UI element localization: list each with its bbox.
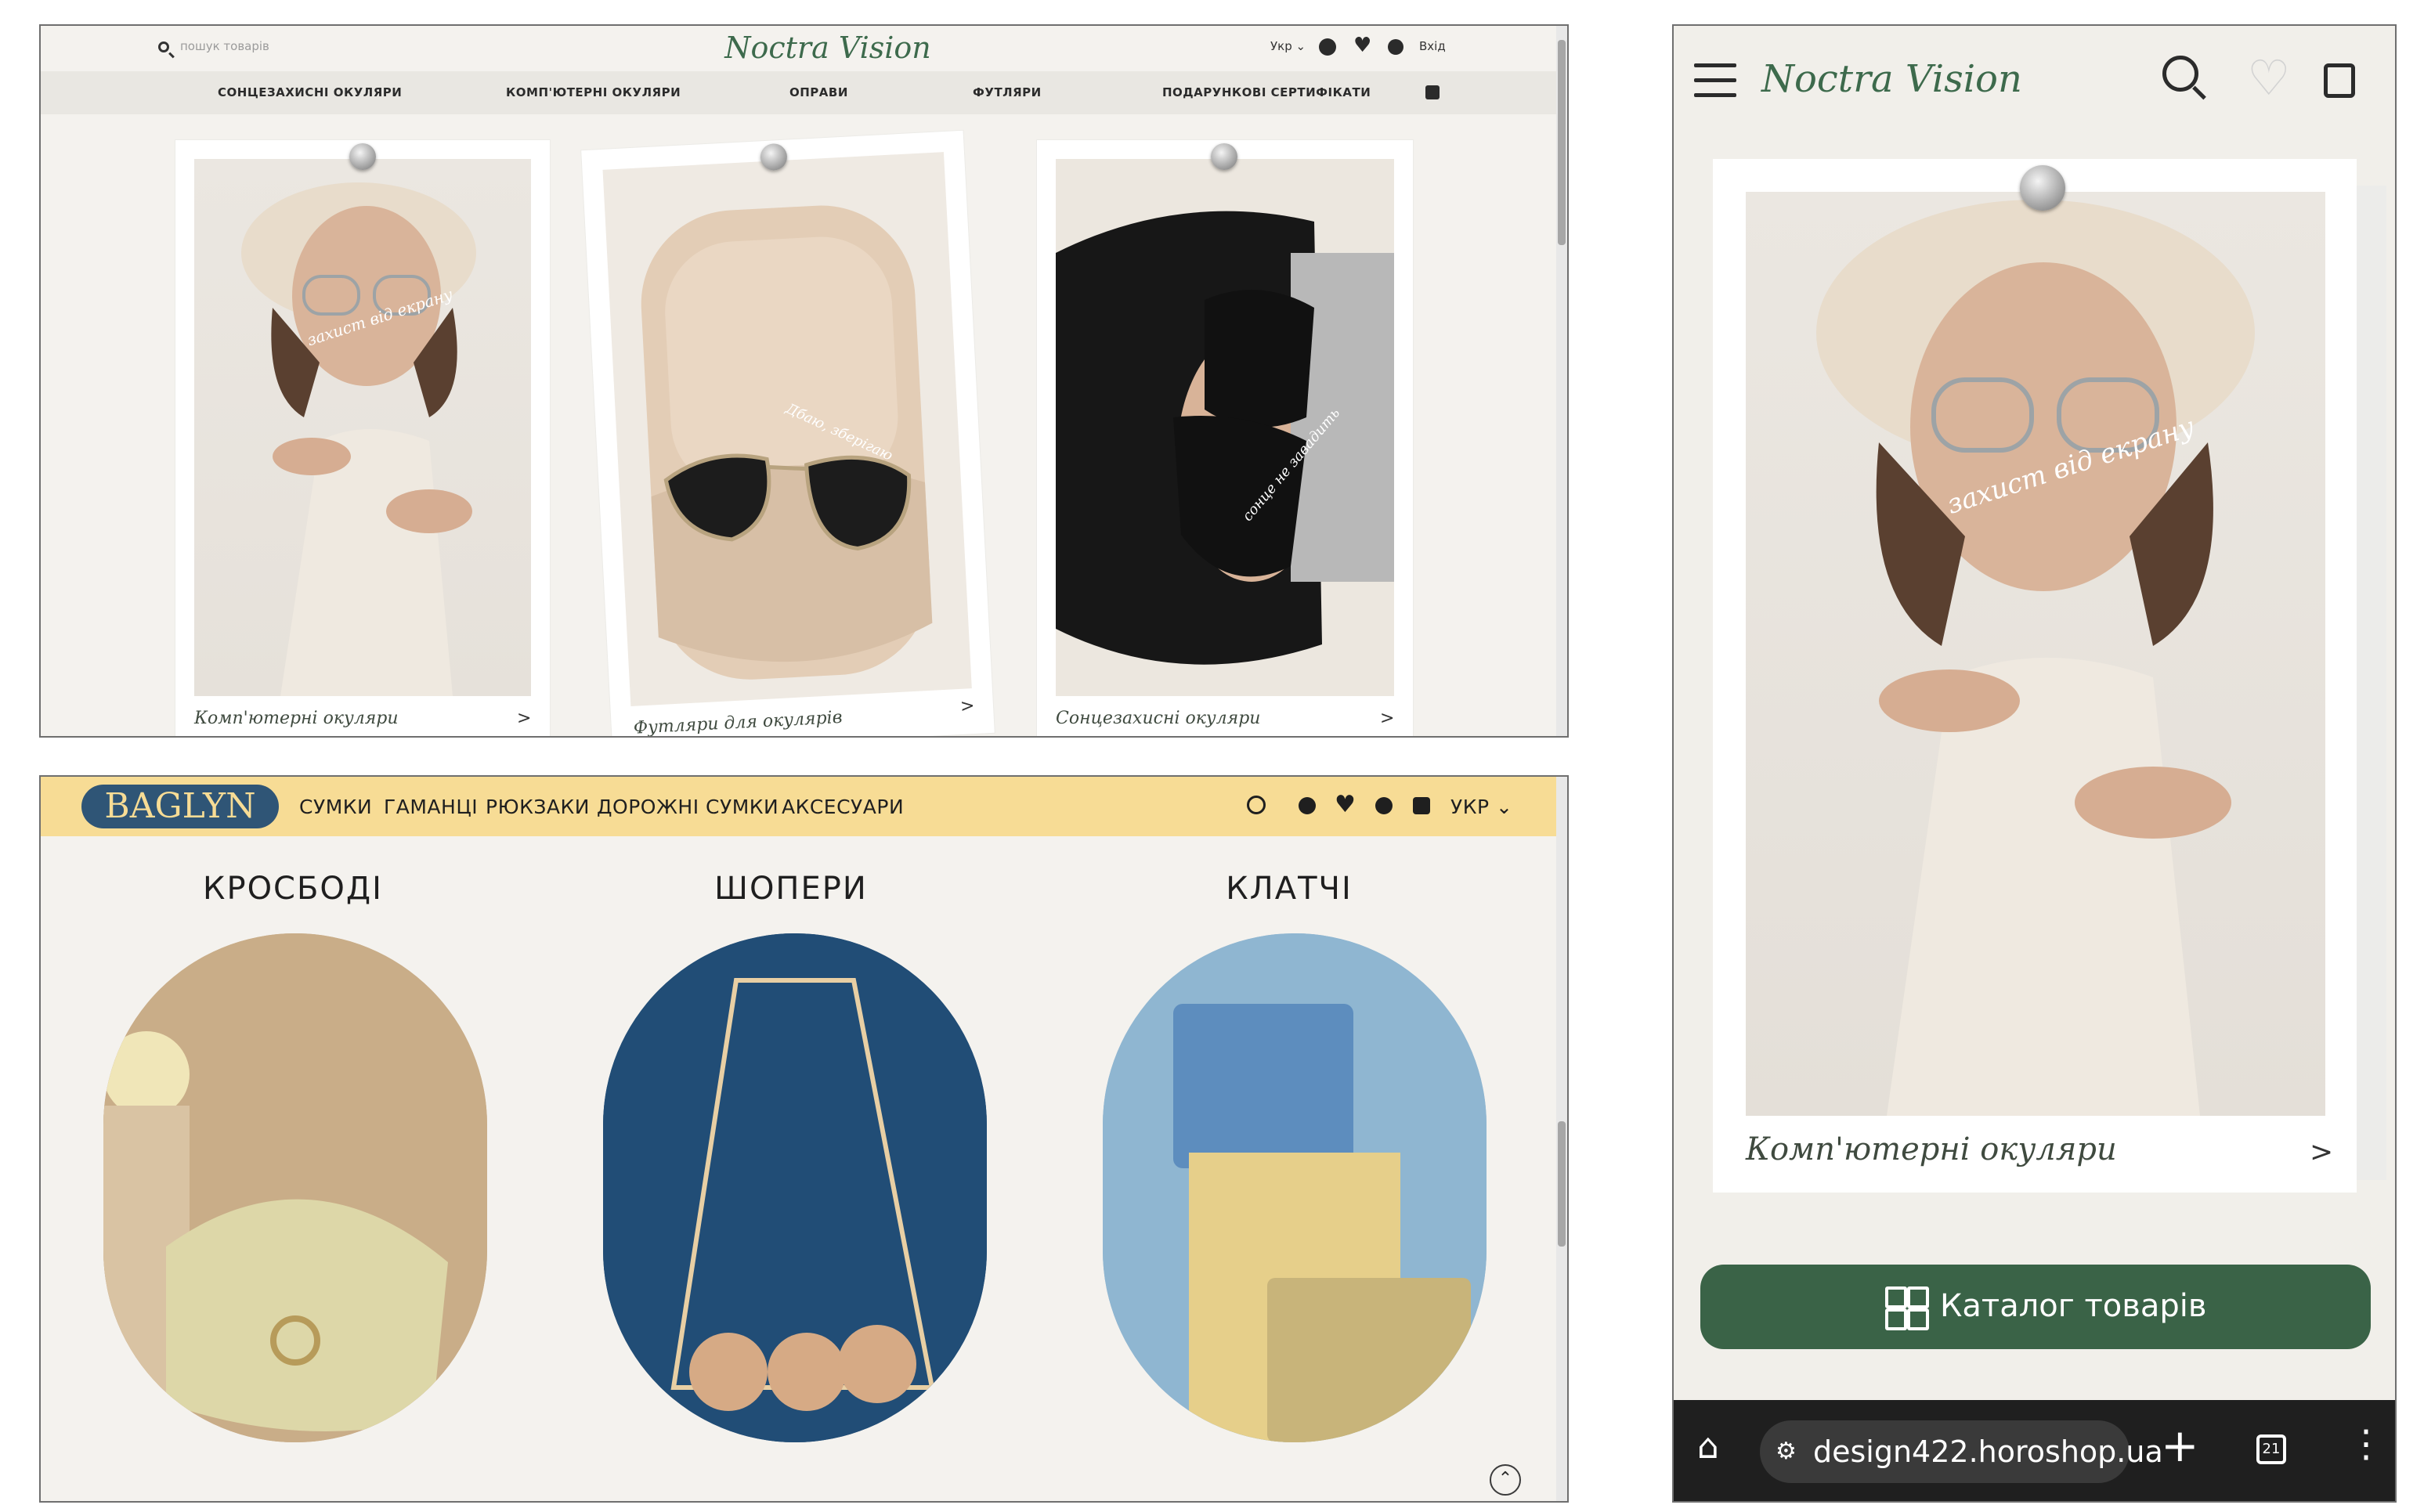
search-icon[interactable]	[1247, 796, 1266, 814]
category-image-shoppers[interactable]	[603, 933, 987, 1442]
heart-icon[interactable]: ♥	[1353, 34, 1371, 57]
card-photo: захист від екрану	[1746, 192, 2325, 1116]
noctra-logo[interactable]: Noctra Vision	[714, 31, 941, 65]
search-icon[interactable]	[2162, 56, 2198, 92]
compare-icon[interactable]	[1299, 797, 1316, 814]
scrollbar-thumb[interactable]	[1558, 1121, 1566, 1247]
baglyn-logo[interactable]: BAGLYN	[81, 785, 279, 828]
card-caption: Сонцезахисні окуляри	[1056, 709, 1261, 728]
menu-icon[interactable]	[1694, 63, 1736, 98]
url-text: design422.horoshop.ua	[1813, 1434, 2163, 1469]
category-card-sunglasses[interactable]: сонце не завадить Сонцезахисні окуляри >	[1037, 140, 1413, 736]
site-info-icon: ⚙	[1776, 1438, 1797, 1465]
nav-accessories[interactable]: АКСЕСУАРИ	[782, 796, 904, 818]
category-title-crossbody[interactable]: КРОСБОДІ	[97, 871, 489, 907]
scrollbar-thumb[interactable]	[1558, 40, 1566, 245]
catalog-button-label: Каталог товарів	[1940, 1288, 2207, 1324]
nav-travel-bags[interactable]: ДОРОЖНІ СУМКИ	[597, 796, 778, 818]
pin-icon	[1211, 143, 1237, 170]
nav-frames[interactable]: ОПРАВИ	[789, 85, 848, 99]
chevron-right-icon: >	[1380, 709, 1395, 728]
scrollbar[interactable]	[1556, 777, 1567, 1501]
case-illustration	[641, 205, 933, 680]
heart-icon[interactable]: ♥	[1335, 791, 1356, 818]
user-icon[interactable]	[1375, 797, 1393, 814]
search-icon[interactable]	[158, 41, 169, 52]
grid-icon	[1885, 1286, 1929, 1330]
net-bag-illustration	[603, 933, 987, 1442]
nav-computer-glasses[interactable]: КОМП'ЮТЕРНІ ОКУЛЯРИ	[506, 85, 681, 99]
cart-icon[interactable]	[1425, 85, 1440, 99]
cart-icon[interactable]	[1413, 797, 1430, 814]
model-illustration	[1816, 200, 2255, 1116]
category-card-computer[interactable]: захист від екрану	[1713, 159, 2357, 1193]
scrollbar[interactable]	[1556, 26, 1567, 736]
nav-gift-certificates[interactable]: ПОДАРУНКОВІ СЕРТИФІКАТИ	[1162, 85, 1371, 99]
chevron-right-icon: >	[2310, 1136, 2334, 1168]
nav-bags[interactable]: СУМКИ	[299, 796, 372, 818]
card-photo: сонце не завадить	[1056, 159, 1394, 696]
card-caption: Футляри для окулярів	[633, 707, 844, 738]
crossbody-bag-illustration	[103, 933, 487, 1442]
noctra-logo[interactable]: Noctra Vision	[1761, 57, 2022, 101]
login-link[interactable]: Вхід	[1419, 39, 1446, 53]
catalog-button[interactable]: Каталог товарів	[1700, 1265, 2371, 1349]
scroll-to-top-button[interactable]: ⌃	[1490, 1464, 1521, 1496]
chevron-right-icon: >	[517, 709, 532, 728]
category-card-computer[interactable]: захист від екрану Комп'ютерні окуляри >	[175, 140, 550, 736]
nav-cases[interactable]: ФУТЛЯРИ	[973, 85, 1042, 99]
cart-icon[interactable]	[2324, 63, 2355, 98]
browser-bottom-bar: ⌂ ⚙ design422.horoshop.ua + 21 ⋮	[1674, 1400, 2395, 1501]
clutch-illustration	[1103, 933, 1487, 1442]
pin-icon	[2020, 165, 2065, 211]
compare-icon[interactable]	[1319, 38, 1336, 56]
more-options-icon[interactable]: ⋮	[2347, 1422, 2385, 1466]
category-image-crossbody[interactable]	[103, 933, 487, 1442]
home-icon[interactable]: ⌂	[1697, 1427, 1719, 1467]
language-label: УКР	[1450, 796, 1490, 818]
card-photo: Дбаю, зберігаю	[602, 152, 972, 706]
language-selector[interactable]: Укр ⌄	[1270, 39, 1306, 53]
nav-wallets[interactable]: ГАМАНЦІ	[384, 796, 478, 818]
nav-sunglasses[interactable]: СОНЦЕЗАХИСНІ ОКУЛЯРИ	[218, 85, 402, 99]
address-bar[interactable]: ⚙ design422.horoshop.ua	[1760, 1420, 2163, 1483]
baglyn-desktop-window: BAGLYN СУМКИ ГАМАНЦІ РЮКЗАКИ ДОРОЖНІ СУМ…	[39, 775, 1569, 1503]
new-tab-icon[interactable]: +	[2161, 1419, 2199, 1472]
heart-icon[interactable]: ♡	[2247, 49, 2291, 106]
model-illustration	[1056, 206, 1394, 665]
user-icon[interactable]	[1388, 39, 1403, 55]
chevron-right-icon: >	[959, 696, 976, 716]
language-label: Укр	[1270, 39, 1292, 53]
card-caption: Комп'ютерні окуляри	[194, 709, 399, 728]
nav-backpacks[interactable]: РЮКЗАКИ	[486, 796, 590, 818]
category-title-clutches[interactable]: КЛАТЧІ	[1093, 871, 1485, 907]
noctra-desktop-window: пошук товарів Noctra Vision Укр ⌄ ♥ Вхід…	[39, 24, 1569, 738]
search-input[interactable]: пошук товарів	[180, 39, 269, 53]
category-image-clutches[interactable]	[1103, 933, 1487, 1442]
category-title-shoppers[interactable]: ШОПЕРИ	[595, 871, 987, 907]
model-illustration	[241, 182, 476, 696]
baglyn-header: BAGLYN СУМКИ ГАМАНЦІ РЮКЗАКИ ДОРОЖНІ СУМ…	[41, 777, 1556, 836]
tabs-counter[interactable]: 21	[2256, 1434, 2286, 1464]
card-photo: захист від екрану	[194, 159, 531, 696]
noctra-nav: СОНЦЕЗАХИСНІ ОКУЛЯРИ КОМП'ЮТЕРНІ ОКУЛЯРИ…	[41, 71, 1556, 114]
pin-icon	[349, 143, 376, 170]
card-caption: Комп'ютерні окуляри	[1746, 1131, 2117, 1167]
category-card-cases[interactable]: Дбаю, зберігаю Футляри для окулярів >	[581, 130, 995, 738]
language-selector[interactable]: УКР ⌄	[1450, 796, 1512, 818]
noctra-top-bar: пошук товарів Noctra Vision Укр ⌄ ♥ Вхід	[41, 26, 1556, 71]
noctra-mobile-window: Noctra Vision ♡ захист від екрану Комп'ю…	[1672, 24, 2397, 1503]
